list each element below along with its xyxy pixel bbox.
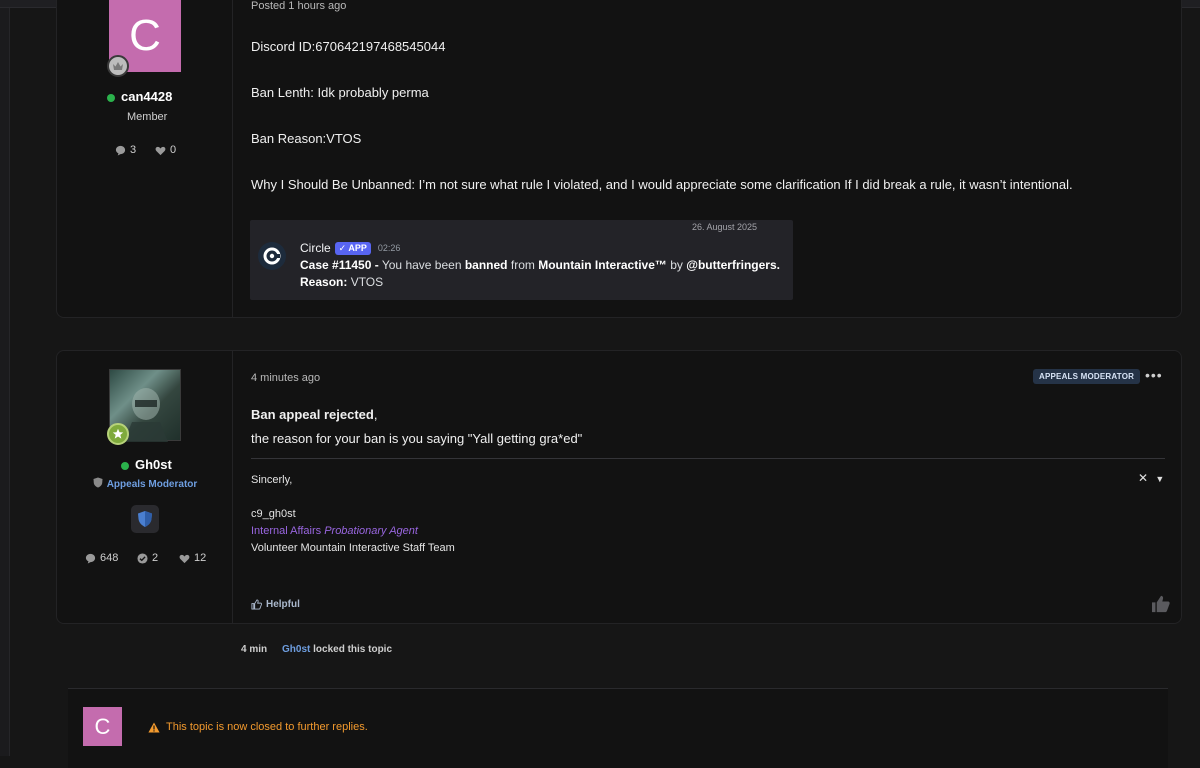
case-user: @butterfringers. <box>686 258 780 272</box>
username-text: Gh0st <box>135 457 172 472</box>
user-role-text: Appeals Moderator <box>106 479 198 490</box>
post-count-value: 3 <box>130 144 137 156</box>
username-text: can4428 <box>121 89 173 104</box>
comment-icon <box>115 145 126 156</box>
event-user[interactable]: Gh0st <box>282 644 310 655</box>
unban-reason-line: Why I Should Be Unbanned: I’m not sure w… <box>251 177 1073 192</box>
case-pre: You have been <box>381 258 462 272</box>
user-role: Member <box>127 111 168 123</box>
solution-count-value: 2 <box>152 552 159 564</box>
app-tag-text: APP <box>348 242 367 253</box>
warning-icon <box>148 722 160 732</box>
post-timestamp[interactable]: 4 minutes ago <box>251 372 320 384</box>
case-from: from <box>510 258 535 272</box>
case-label: Case #11450 - <box>300 258 379 272</box>
event-time: 4 min <box>241 644 268 655</box>
lock-event: Gh0st locked this topic <box>282 644 392 655</box>
case-server: Mountain Interactive™ <box>538 258 667 272</box>
topic-closed-notice: This topic is now closed to further repl… <box>148 721 368 733</box>
online-status-icon <box>121 461 129 470</box>
closed-message: This topic is now closed to further repl… <box>166 721 368 733</box>
reason-line: Reason: VTOS <box>300 275 383 289</box>
ban-length-line: Ban Lenth: Idk probably perma <box>251 85 429 100</box>
heart-icon <box>155 146 166 155</box>
reason-value: VTOS <box>350 275 384 289</box>
ban-reason-line: Ban Reason:VTOS <box>251 131 362 146</box>
author-sidebar: C can4428 Member 3 0 <box>57 0 233 317</box>
rejected-text: Ban appeal rejected <box>251 407 374 422</box>
moderator-group-icon[interactable] <box>131 505 159 533</box>
signature-controls[interactable]: ✕ ▼ <box>1138 471 1164 485</box>
avatar[interactable]: C <box>83 707 122 746</box>
heart-icon <box>179 554 190 563</box>
embed-date: 26. August 2025 <box>692 222 758 232</box>
post-count: 3 <box>115 144 136 156</box>
chevron-down-icon[interactable]: ▼ <box>1155 474 1164 484</box>
signature-title-plain: Internal Affairs <box>251 525 322 537</box>
post-count-value: 648 <box>100 552 119 564</box>
case-by: by <box>670 258 683 272</box>
signature-title: Internal Affairs Probationary Agent <box>251 525 418 537</box>
case-banned: banned <box>464 258 508 272</box>
circle-bot-icon <box>258 242 286 270</box>
post-body-line2: the reason for your ban is you saying "Y… <box>251 431 583 446</box>
case-line: Case #11450 - You have been banned from … <box>300 258 780 272</box>
online-status-icon <box>107 93 115 102</box>
signature-divider <box>251 458 1165 459</box>
discord-screenshot: 26. August 2025 Circle ✓ APP 02:26 Case … <box>250 220 793 300</box>
avatar-initial: C <box>129 11 161 60</box>
bot-message-time: 02:26 <box>377 243 401 253</box>
like-count-value: 0 <box>170 144 177 156</box>
author-sidebar: Gh0st Appeals Moderator 648 2 12 <box>57 351 233 623</box>
post-timestamp: Posted 1 hours ago <box>251 0 347 12</box>
username[interactable]: can4428 <box>107 89 172 104</box>
bot-name: Circle <box>300 241 331 255</box>
discord-id-line: Discord ID:670642197468545044 <box>251 39 446 54</box>
event-action: locked this topic <box>313 644 393 655</box>
thumbs-up-icon <box>251 599 262 610</box>
solution-count: 2 <box>137 552 158 564</box>
avatar-initial: C <box>94 713 111 739</box>
body-comma: , <box>373 407 378 422</box>
left-edge-panel <box>0 8 10 756</box>
rank-badge-icon <box>107 55 129 77</box>
like-count: 12 <box>179 552 206 564</box>
moderator-tag: APPEALS MODERATOR <box>1033 369 1141 384</box>
helpful-label: Helpful <box>266 599 300 610</box>
close-icon[interactable]: ✕ <box>1138 471 1148 485</box>
reason-label: Reason: <box>300 275 348 289</box>
post-count: 648 <box>85 552 118 564</box>
signature-title-italic: Probationary Agent <box>324 525 418 537</box>
post-gh0st: Gh0st Appeals Moderator 648 2 12 4 minut… <box>56 350 1182 624</box>
like-count: 0 <box>155 144 176 156</box>
shield-small-icon <box>93 477 103 488</box>
signature-greeting: Sincerly, <box>251 474 293 486</box>
app-tag: ✓ APP <box>334 241 371 255</box>
comment-icon <box>85 553 96 564</box>
more-options-button[interactable]: ••• <box>1145 367 1163 383</box>
check-circle-icon <box>137 552 148 564</box>
signature-team: Volunteer Mountain Interactive Staff Tea… <box>251 542 455 554</box>
like-button-icon[interactable] <box>1151 595 1171 618</box>
helpful-button[interactable]: Helpful <box>251 599 300 610</box>
username[interactable]: Gh0st <box>121 457 172 472</box>
like-count-value: 12 <box>194 552 207 564</box>
bot-header: Circle ✓ APP 02:26 <box>300 241 400 255</box>
reply-box-closed: C This topic is now closed to further re… <box>68 688 1168 768</box>
rank-badge-icon <box>107 423 129 445</box>
signature-name: c9_gh0st <box>251 508 296 520</box>
user-role: Appeals Moderator <box>57 477 233 490</box>
post-body-line1: Ban appeal rejected, <box>251 407 377 422</box>
